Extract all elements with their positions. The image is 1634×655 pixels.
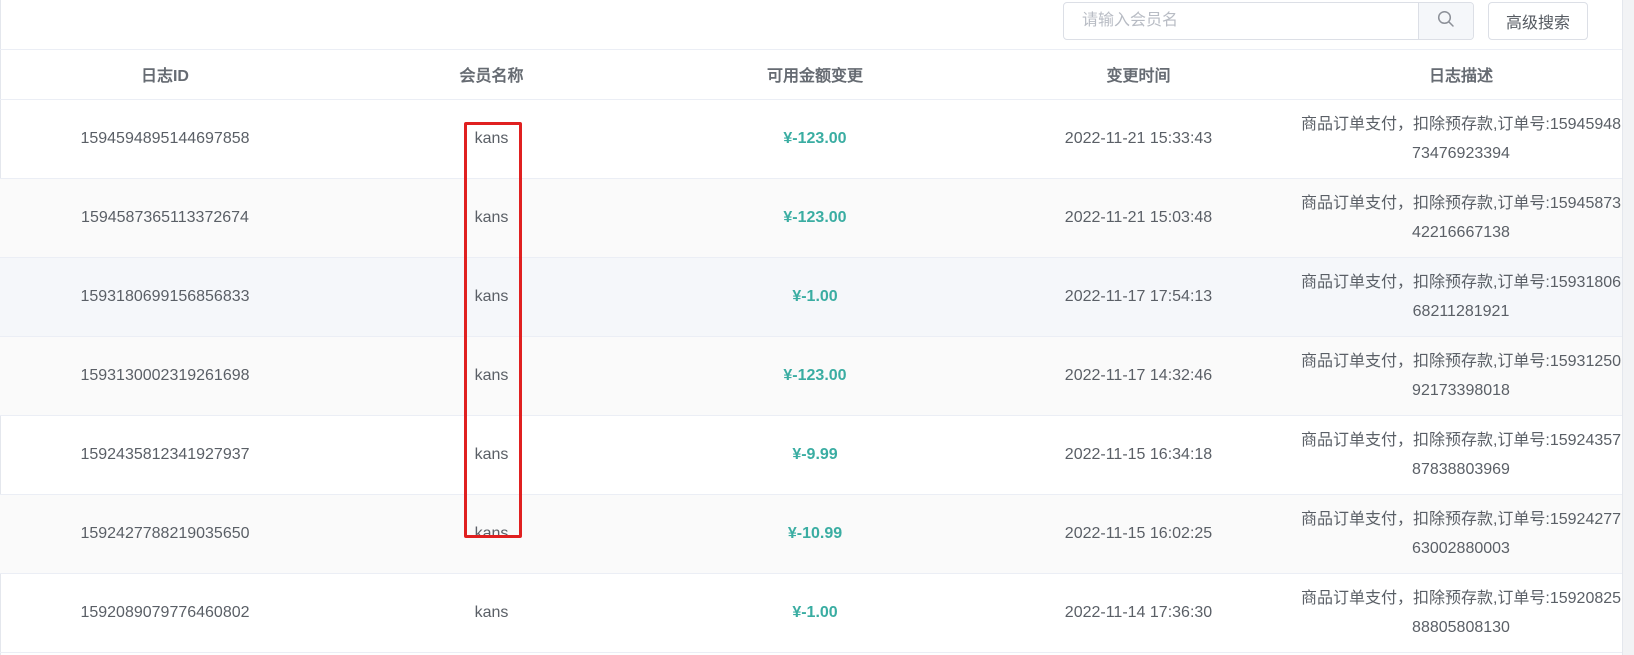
member-search-input[interactable] [1064, 3, 1418, 39]
column-header-member-name: 会员名称 [330, 50, 653, 100]
cell-log-id: 1592089079776460802 [0, 573, 330, 653]
log-description-text: 商品订单支付，扣除预存款,订单号:1592427763002880003 [1300, 510, 1622, 557]
cell-change-time: 2022-11-21 15:03:48 [977, 178, 1300, 258]
cell-log-description: 商品订单支付，扣除预存款,订单号:1594594873476923394 [1300, 99, 1622, 179]
column-header-log-id: 日志ID [0, 50, 330, 100]
cell-member-name: kans [330, 415, 653, 495]
column-header-change-time: 变更时间 [977, 50, 1300, 100]
column-header-log-description: 日志描述 [1300, 50, 1622, 100]
cell-log-description: 商品订单支付，扣除预存款,订单号:1593180668211281921 [1300, 257, 1622, 337]
table-row[interactable]: 1594594895144697858 kans ¥-123.00 2022-1… [0, 99, 1622, 179]
cell-log-description: 商品订单支付，扣除预存款,订单号:1592427763002880003 [1300, 494, 1622, 574]
cell-change-time: 2022-11-21 15:33:43 [977, 99, 1300, 179]
cell-amount-change: ¥-123.00 [653, 99, 977, 179]
log-description-text: 商品订单支付，扣除预存款,订单号:1594594873476923394 [1300, 115, 1622, 162]
scrollbar-track[interactable] [1623, 0, 1634, 655]
cell-log-id: 1594594895144697858 [0, 99, 330, 179]
advanced-search-button[interactable]: 高级搜索 [1488, 2, 1588, 40]
cell-amount-change: ¥-9.99 [653, 415, 977, 495]
cell-change-time: 2022-11-17 17:54:13 [977, 257, 1300, 337]
cell-log-id: 1593130002319261698 [0, 336, 330, 416]
cell-log-id: 1592427788219035650 [0, 494, 330, 574]
cell-log-id: 1592435812341927937 [0, 415, 330, 495]
toolbar: 高级搜索 [0, 0, 1622, 50]
cell-log-description: 商品订单支付，扣除预存款,订单号:1592435787838803969 [1300, 415, 1622, 495]
member-search-group [1063, 2, 1474, 40]
table-row[interactable]: 1593180699156856833 kans ¥-1.00 2022-11-… [0, 257, 1622, 337]
cell-log-id: 1593180699156856833 [0, 257, 330, 337]
search-icon [1437, 10, 1455, 33]
balance-log-table: 日志ID 会员名称 可用金额变更 变更时间 日志描述 1594594895144… [0, 50, 1622, 653]
cell-member-name: kans [330, 99, 653, 179]
table-row[interactable]: 1592089079776460802 kans ¥-1.00 2022-11-… [0, 573, 1622, 653]
cell-amount-change: ¥-1.00 [653, 257, 977, 337]
cell-member-name: kans [330, 573, 653, 653]
cell-change-time: 2022-11-14 17:36:30 [977, 573, 1300, 653]
log-description-text: 商品订单支付，扣除预存款,订单号:1592082588805808130 [1300, 589, 1622, 636]
cell-log-description: 商品订单支付，扣除预存款,订单号:1593125092173398018 [1300, 336, 1622, 416]
log-description-text: 商品订单支付，扣除预存款,订单号:1593125092173398018 [1300, 352, 1622, 399]
cell-amount-change: ¥-10.99 [653, 494, 977, 574]
cell-change-time: 2022-11-15 16:34:18 [977, 415, 1300, 495]
table-row[interactable]: 1594587365113372674 kans ¥-123.00 2022-1… [0, 178, 1622, 258]
cell-member-name: kans [330, 178, 653, 258]
cell-change-time: 2022-11-17 14:32:46 [977, 336, 1300, 416]
log-description-text: 商品订单支付，扣除预存款,订单号:1594587342216667138 [1300, 194, 1622, 241]
cell-amount-change: ¥-123.00 [653, 336, 977, 416]
table-row[interactable]: 1593130002319261698 kans ¥-123.00 2022-1… [0, 336, 1622, 416]
search-button[interactable] [1418, 3, 1473, 39]
cell-change-time: 2022-11-15 16:02:25 [977, 494, 1300, 574]
column-header-amount-change: 可用金额变更 [653, 50, 977, 100]
table-row[interactable]: 1592435812341927937 kans ¥-9.99 2022-11-… [0, 415, 1622, 495]
cell-log-id: 1594587365113372674 [0, 178, 330, 258]
cell-member-name: kans [330, 257, 653, 337]
log-description-text: 商品订单支付，扣除预存款,订单号:1593180668211281921 [1300, 273, 1622, 320]
cell-log-description: 商品订单支付，扣除预存款,订单号:1594587342216667138 [1300, 178, 1622, 258]
member-balance-log-page: 高级搜索 日志ID 会员名称 可用金额变更 变更时间 日志描述 15945948… [0, 0, 1634, 655]
cell-amount-change: ¥-1.00 [653, 573, 977, 653]
cell-log-description: 商品订单支付，扣除预存款,订单号:1592082588805808130 [1300, 573, 1622, 653]
cell-member-name: kans [330, 494, 653, 574]
log-description-text: 商品订单支付，扣除预存款,订单号:1592435787838803969 [1300, 431, 1622, 478]
cell-member-name: kans [330, 336, 653, 416]
table-header: 日志ID 会员名称 可用金额变更 变更时间 日志描述 [0, 50, 1622, 100]
cell-amount-change: ¥-123.00 [653, 178, 977, 258]
table-body: 1594594895144697858 kans ¥-123.00 2022-1… [0, 99, 1622, 653]
table-row[interactable]: 1592427788219035650 kans ¥-10.99 2022-11… [0, 494, 1622, 574]
